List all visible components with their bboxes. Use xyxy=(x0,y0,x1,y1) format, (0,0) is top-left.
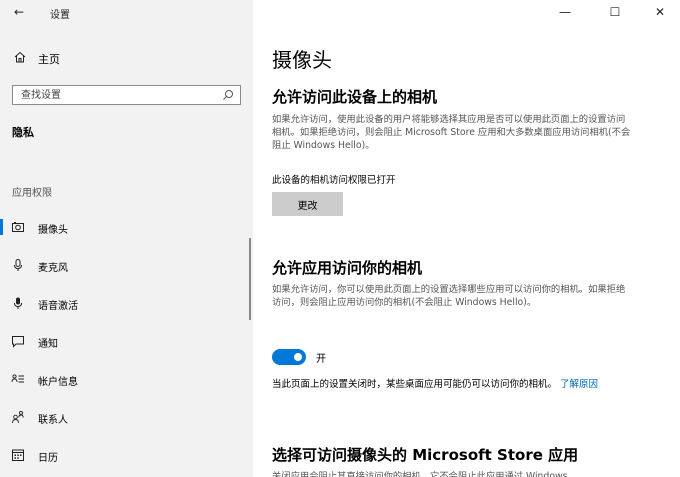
sidebar-item-label: 日历 xyxy=(38,453,58,464)
microphone-icon xyxy=(14,259,22,271)
section-heading-app-access: 允许应用访问你的相机 xyxy=(272,259,423,277)
sidebar-item-label: 语音激活 xyxy=(38,301,78,312)
device-access-status: 此设备的相机访问权限已打开 xyxy=(272,175,396,186)
sidebar-item-notifications[interactable]: 通知 xyxy=(0,328,253,354)
section-title: 隐私 xyxy=(12,126,34,139)
sidebar-item-account-info[interactable]: 帐户信息 xyxy=(0,366,253,392)
sidebar-item-contacts[interactable]: 联系人 xyxy=(0,404,253,430)
selection-indicator xyxy=(0,219,3,235)
sidebar-item-label: 主页 xyxy=(38,53,60,66)
back-button[interactable]: ← xyxy=(9,3,29,21)
toggle-knob xyxy=(294,353,302,361)
app-access-toggle-row: 开 xyxy=(272,348,392,365)
maximize-icon: ☐ xyxy=(609,5,621,19)
maximize-button[interactable]: ☐ xyxy=(600,2,630,22)
calendar-icon xyxy=(12,449,24,461)
main-content: — ☐ ✕ 摄像头 允许访问此设备上的相机 如果允许访问，使用此设备的用户将能够… xyxy=(253,0,680,477)
close-icon: ✕ xyxy=(654,5,666,19)
sidebar-item-label: 帐户信息 xyxy=(38,377,78,388)
app-access-toggle[interactable] xyxy=(272,349,306,365)
desktop-apps-note: 当此页面上的设置关闭时，某些桌面应用可能仍可以访问你的相机。 了解原因 xyxy=(272,378,632,391)
sidebar-item-label: 麦克风 xyxy=(38,263,68,274)
section-description-device-access: 如果允许访问，使用此设备的用户将能够选择其应用是否可以使用此页面上的设置访问相机… xyxy=(272,114,631,151)
note-text: 当此页面上的设置关闭时，某些桌面应用可能仍可以访问你的相机。 xyxy=(272,379,558,390)
window-controls: — ☐ ✕ xyxy=(550,0,680,26)
section-description-store-apps: 关闭应用会阻止其直接访问你的相机。它不会阻止此应用通过 Windows xyxy=(272,471,568,477)
sidebar-item-camera[interactable]: 摄像头 xyxy=(0,214,253,240)
back-arrow-icon: ← xyxy=(13,5,25,19)
sidebar-item-microphone[interactable]: 麦克风 xyxy=(0,252,253,278)
change-button[interactable]: 更改 xyxy=(272,192,343,216)
sidebar-item-label: 联系人 xyxy=(38,415,68,426)
title-bar-left: ← 设置 xyxy=(0,0,253,26)
section-heading-device-access: 允许访问此设备上的相机 xyxy=(272,88,438,106)
toggle-label: 开 xyxy=(316,354,326,365)
search-input[interactable] xyxy=(21,88,211,102)
section-heading-store-apps: 选择可访问摄像头的 Microsoft Store 应用 xyxy=(272,446,579,464)
camera-icon xyxy=(12,222,24,232)
sidebar-item-home[interactable]: 主页 xyxy=(0,46,253,70)
voice-activation-icon xyxy=(14,297,22,309)
sidebar-item-label: 通知 xyxy=(38,339,58,350)
search-box[interactable] xyxy=(12,85,241,105)
sidebar-item-label: 摄像头 xyxy=(38,225,68,236)
contacts-icon xyxy=(12,411,24,424)
section-description-app-access: 如果允许访问，你可以使用此页面上的设置选择哪些应用可以访问你的相机。如果拒绝访问… xyxy=(272,284,626,308)
search-icon[interactable] xyxy=(222,89,234,101)
home-icon xyxy=(14,51,26,63)
sidebar-item-voice-activation[interactable]: 语音激活 xyxy=(0,290,253,316)
close-button[interactable]: ✕ xyxy=(645,2,675,22)
window-title: 设置 xyxy=(50,10,70,21)
sidebar-item-calendar[interactable]: 日历 xyxy=(0,442,253,468)
learn-why-link[interactable]: 了解原因 xyxy=(560,379,598,390)
group-label: 应用权限 xyxy=(12,188,52,199)
page-title: 摄像头 xyxy=(272,48,332,72)
minimize-icon: — xyxy=(559,5,571,19)
account-info-icon xyxy=(11,374,24,383)
sidebar-scrollbar[interactable] xyxy=(249,238,251,320)
minimize-button[interactable]: — xyxy=(550,2,580,22)
sidebar: ← 设置 主页 隐私 应用权限 摄像头 麦克风 xyxy=(0,0,253,477)
notification-icon xyxy=(12,336,24,348)
